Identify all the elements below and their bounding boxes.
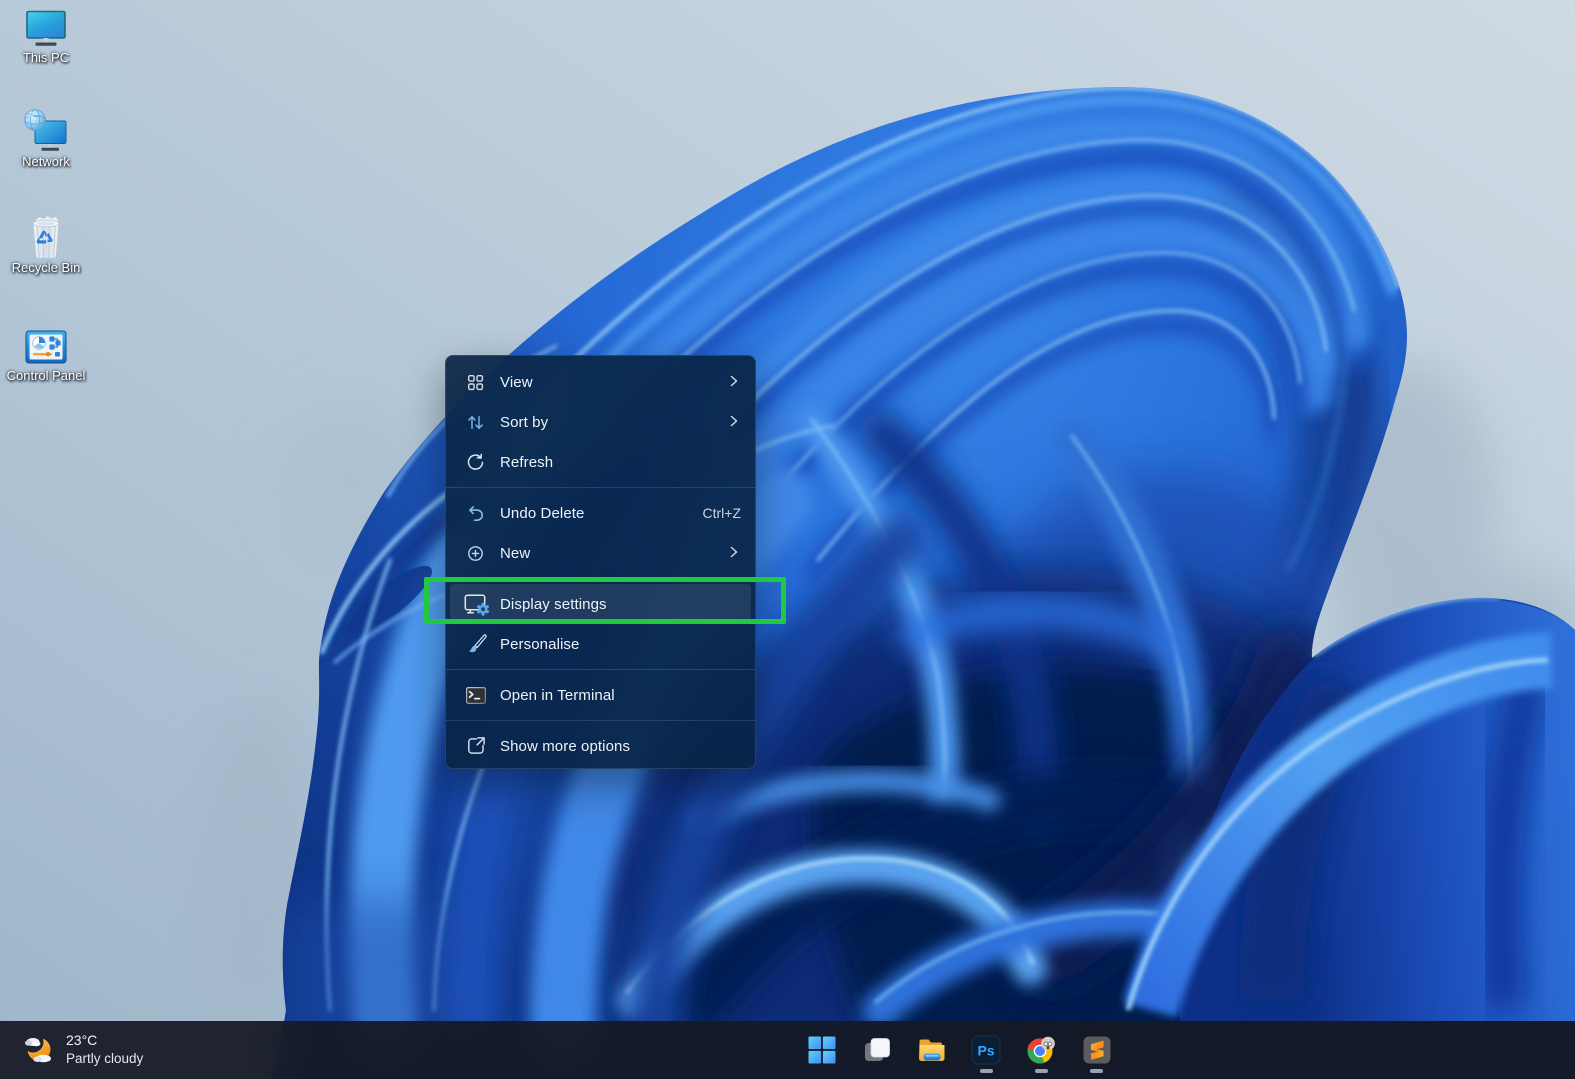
svg-text:Ps: Ps bbox=[977, 1043, 994, 1059]
